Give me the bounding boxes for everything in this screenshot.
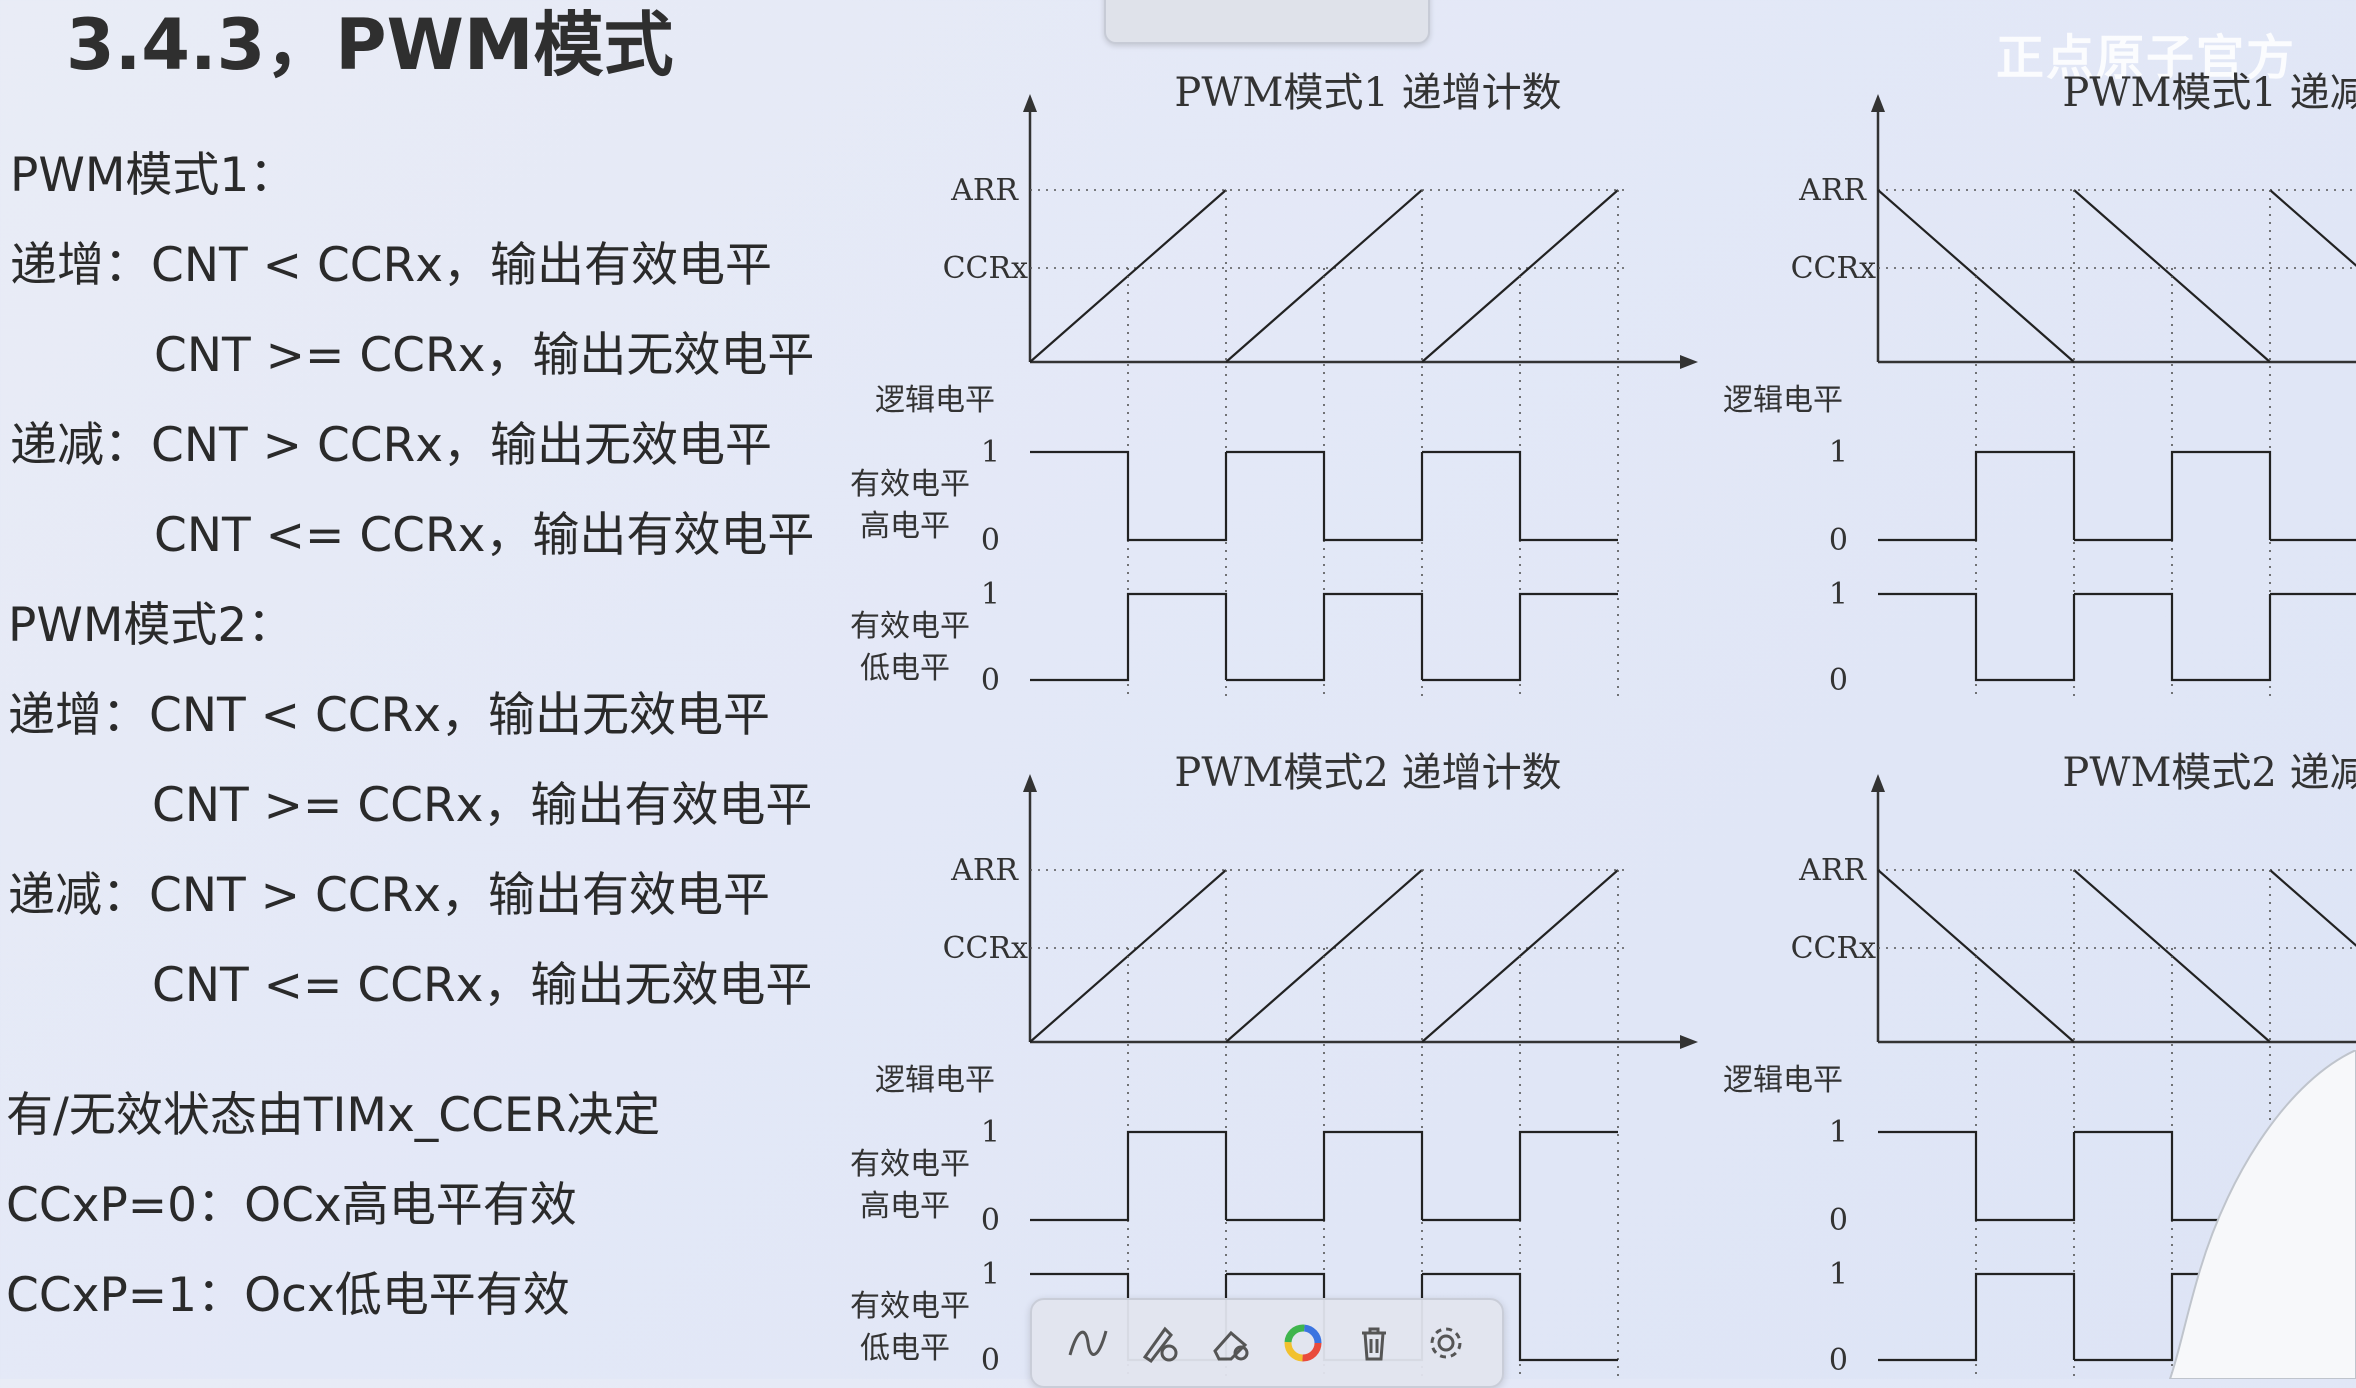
annotation-toolbar (1030, 1298, 1504, 1388)
diagram-1-high-1: 1 (981, 435, 1000, 470)
diagram-3-active-low-1: 有效电平 (850, 1289, 970, 1324)
pen-settings-icon[interactable] (1133, 1317, 1185, 1369)
diagram-1-active-low-2: 低电平 (860, 651, 950, 686)
diagram-4-y-arrow (1871, 774, 1885, 792)
diagram-4-logic-label: 逻辑电平 (1723, 1063, 1843, 1098)
diagram-4-high-1: 1 (1829, 1115, 1848, 1150)
diagram-1-title: PWM模式1 递增计数 (1174, 70, 1561, 116)
settings-icon[interactable] (1420, 1317, 1472, 1369)
diagram-3-title: PWM模式2 递增计数 (1174, 750, 1561, 796)
diagram-1-active-high-1: 有效电平 (850, 467, 970, 502)
color-wheel-icon[interactable] (1277, 1317, 1329, 1369)
trash-icon[interactable] (1348, 1317, 1400, 1369)
diagram-3-x-arrow (1680, 1035, 1698, 1049)
diagram-3-active-low-2: 低电平 (860, 1331, 950, 1366)
diagram-2-y-arrow (1871, 94, 1885, 112)
diagram-1-active-high-2: 高电平 (860, 509, 950, 544)
diagram-1-ccrx-label: CCRx (943, 251, 1028, 286)
diagram-3-arr-label: ARR (950, 853, 1019, 888)
diagram-2-low-1: 1 (1829, 577, 1848, 612)
diagram-2-ccrx-label: CCRx (1791, 251, 1876, 286)
diagram-3-high-0: 0 (981, 1203, 1000, 1238)
diagram-1-active-low-wave (1030, 592, 1618, 682)
diagram-1-active-high-wave (1030, 450, 1618, 542)
diagram-4-low-0: 0 (1829, 1343, 1848, 1378)
diagram-4-low-1: 1 (1829, 1257, 1848, 1292)
diagram-1-active-low-1: 有效电平 (850, 609, 970, 644)
diagram-3-active-high-wave (1030, 1130, 1618, 1222)
diagram-1-low-1: 1 (981, 577, 1000, 612)
diagram-3-ccrx-label: CCRx (943, 931, 1028, 966)
diagram-2-low-0: 0 (1829, 663, 1848, 698)
diagram-2-title: PWM模式1 递减 (2062, 70, 2356, 116)
diagram-1-logic-label: 逻辑电平 (875, 383, 995, 418)
diagram-2-counter-wave (1877, 189, 2356, 363)
pwm-timing-diagrams: PWM模式1 递增计数ARRCCRx逻辑电平1010有效电平高电平有效电平低电平… (850, 70, 2356, 1379)
diagram-1-low-0: 0 (981, 663, 1000, 698)
diagram-1-x-arrow (1680, 355, 1698, 369)
diagram-4-counter-wave (1877, 869, 2356, 1043)
diagram-2-arr-label: ARR (1798, 173, 1867, 208)
diagram-3-active-high-2: 高电平 (860, 1189, 950, 1224)
eraser-icon[interactable] (1205, 1317, 1257, 1369)
diagram-4-title: PWM模式2 递减 (2062, 750, 2356, 796)
diagram-3-low-1: 1 (981, 1257, 1000, 1292)
diagram-3-logic-label: 逻辑电平 (875, 1063, 995, 1098)
diagram-3-low-0: 0 (981, 1343, 1000, 1378)
diagram-2-logic-label: 逻辑电平 (1723, 383, 1843, 418)
diagram-4-ccrx-label: CCRx (1791, 931, 1876, 966)
diagram-2-high-0: 0 (1829, 523, 1848, 558)
diagram-2-high-1: 1 (1829, 435, 1848, 470)
diagram-1-high-0: 0 (981, 523, 1000, 558)
diagram-3-y-arrow (1023, 774, 1037, 792)
diagram-4-high-0: 0 (1829, 1203, 1848, 1238)
diagram-1-arr-label: ARR (950, 173, 1019, 208)
diagram-3-high-1: 1 (981, 1115, 1000, 1150)
presenter-figure (2130, 1050, 2356, 1379)
diagram-2-active-high-wave (1878, 450, 2356, 542)
diagram-2-active-low-wave (1878, 592, 2356, 682)
diagram-3-active-high-1: 有效电平 (850, 1147, 970, 1182)
diagram-1-y-arrow (1023, 94, 1037, 112)
diagram-4-arr-label: ARR (1798, 853, 1867, 888)
pen-tool-icon[interactable] (1062, 1317, 1114, 1369)
